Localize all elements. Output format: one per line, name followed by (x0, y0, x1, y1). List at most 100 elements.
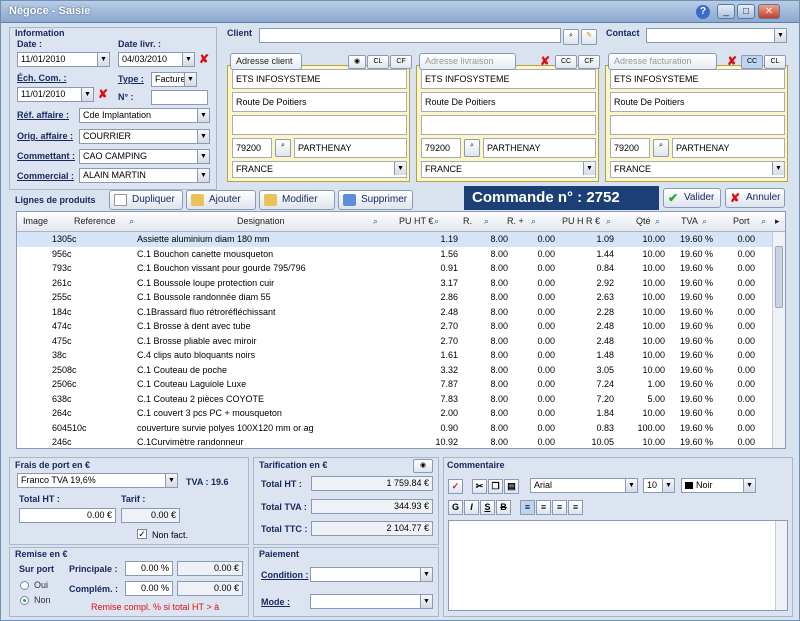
valider-button[interactable]: ✔ Valider (663, 188, 721, 208)
addr-line3[interactable] (232, 115, 407, 135)
align-left-icon[interactable]: ≡ (520, 500, 535, 515)
table-row[interactable]: 246c C.1Curvimètre randonneur 10.92 8.00 0.0… (17, 435, 773, 448)
chevron-down-icon[interactable]: ▼ (662, 479, 674, 492)
modifier-button[interactable]: Modifier (259, 190, 335, 210)
copy-cc-button[interactable]: CC (555, 55, 577, 69)
chevron-down-icon[interactable]: ▼ (583, 162, 595, 175)
addr-cp[interactable]: 79200 (232, 138, 272, 158)
commercial-select[interactable]: ALAIN MARTIN ▼ (79, 168, 210, 183)
addr-country[interactable]: FRANCE ▼ (421, 161, 596, 178)
align-right-icon[interactable]: ≡ (552, 500, 567, 515)
size-select[interactable]: 10 ▼ (643, 478, 675, 493)
date-livr-field[interactable]: 04/03/2010 ▼ (118, 52, 195, 67)
comment-scrollbar[interactable] (775, 521, 787, 610)
non-radio[interactable] (20, 596, 29, 605)
frais-mode-select[interactable]: Franco TVA 19,6% ▼ (17, 473, 178, 488)
paste-icon[interactable]: ▤ (504, 479, 519, 494)
chevron-right-icon[interactable]: ▸ (775, 216, 780, 227)
addr-city[interactable]: PARTHENAY (672, 138, 785, 158)
chevron-down-icon[interactable]: ▼ (394, 162, 406, 175)
table-row[interactable]: 264c C.1 couvert 3 pcs PC + mousqueton 2.0… (17, 406, 773, 421)
addr-city[interactable]: PARTHENAY (294, 138, 407, 158)
search-icon[interactable]: ⌕ (563, 29, 579, 45)
table-row[interactable]: 261c C.1 Boussole loupe protection cuir 3.… (17, 276, 773, 291)
chevron-down-icon[interactable]: ▼ (420, 568, 432, 581)
search-icon[interactable]: ⌕ (434, 216, 439, 227)
table-row[interactable]: 1305c Assiette aluminium diam 180 mm 1.19 8… (17, 232, 773, 247)
addr-cp[interactable]: 79200 (610, 138, 650, 158)
chevron-down-icon[interactable]: ▼ (774, 29, 786, 42)
addr-name[interactable]: ETS INFOSYSTEME (610, 69, 785, 89)
tab-adresse-client[interactable]: Adresse client (230, 53, 302, 70)
search-icon[interactable]: ⌕ (464, 139, 480, 157)
table-row[interactable]: 475c C.1 Brosse pliable avec miroir 2.70 8.… (17, 334, 773, 349)
copy-cf-button[interactable]: CF (578, 55, 600, 69)
view-icon[interactable]: ◉ (413, 459, 433, 473)
close-button[interactable]: ✕ (758, 4, 780, 19)
search-icon[interactable]: ⌕ (655, 216, 660, 227)
edit-client-icon[interactable]: ✎ (581, 29, 597, 45)
table-row[interactable]: 2506c C.1 Couteau Laguiole Luxe 7.87 8.00 0.… (17, 377, 773, 392)
italic-icon[interactable]: I (464, 500, 479, 515)
clear-ech-icon[interactable]: ✘ (96, 87, 110, 102)
table-row[interactable]: 474c C.1 Brosse à dent avec tube 2.70 8.00 0… (17, 319, 773, 334)
col-r[interactable]: R. (463, 216, 472, 226)
products-table[interactable]: Image Reference ⌕ Designation ⌕ PU HT € … (16, 211, 786, 449)
addr-street[interactable]: Route De Poitiers (610, 92, 785, 112)
underline-icon[interactable]: S (480, 500, 495, 515)
addr-name[interactable]: ETS INFOSYSTEME (421, 69, 596, 89)
mode-select[interactable]: ▼ (310, 594, 433, 609)
chevron-down-icon[interactable]: ▼ (165, 474, 177, 487)
chevron-down-icon[interactable]: ▼ (743, 479, 755, 492)
ref-select[interactable]: Cde Implantation ▼ (79, 108, 210, 123)
non-fact-checkbox[interactable]: ✓ (137, 529, 147, 539)
no-field[interactable] (151, 90, 208, 105)
table-row[interactable]: 956c C.1 Bouchon canette mousqueton 1.56 8.… (17, 247, 773, 262)
chevron-down-icon[interactable]: ▼ (197, 150, 209, 163)
table-scrollbar[interactable] (772, 232, 785, 448)
chevron-down-icon[interactable]: ▼ (182, 53, 194, 66)
strike-icon[interactable]: B (496, 500, 511, 515)
ech-field[interactable]: 11/01/2010 ▼ (17, 87, 94, 102)
supprimer-button[interactable]: Supprimer (338, 190, 413, 210)
table-row[interactable]: 255c C.1 Boussole randonnée diam 55 2.86 8.… (17, 290, 773, 305)
search-icon[interactable]: ⌕ (653, 139, 669, 157)
col-port[interactable]: Port (733, 216, 750, 226)
addr-line3[interactable] (610, 115, 785, 135)
addr-name[interactable]: ETS INFOSYSTEME (232, 69, 407, 89)
col-pu-hr[interactable]: PU H R € (562, 216, 600, 226)
dupliquer-button[interactable]: Dupliquer (109, 190, 183, 210)
chevron-down-icon[interactable]: ▼ (81, 88, 93, 101)
search-icon[interactable]: ⌕ (373, 216, 378, 227)
maximize-button[interactable]: □ (737, 4, 755, 19)
search-icon[interactable]: ⌕ (484, 216, 489, 227)
justify-icon[interactable]: ≡ (568, 500, 583, 515)
annuler-button[interactable]: ✘ Annuler (725, 188, 785, 208)
copy-cl-button[interactable]: CL (764, 55, 786, 69)
copy-cf-button[interactable]: CF (390, 55, 412, 69)
tab-adresse-livraison[interactable]: Adresse livraison (419, 53, 516, 70)
scrollbar-thumb[interactable] (775, 246, 783, 308)
delete-icon[interactable]: ✘ (725, 54, 739, 69)
addr-street[interactable]: Route De Poitiers (232, 92, 407, 112)
table-row[interactable]: 793c C.1 Bouchon vissant pour gourde 795/… (17, 261, 773, 276)
search-icon[interactable]: ⌕ (129, 216, 134, 227)
table-row[interactable]: 604510c couverture survie polyes 100X120 … (17, 421, 773, 436)
type-select[interactable]: Facture ▼ (151, 72, 197, 87)
chevron-down-icon[interactable]: ▼ (184, 73, 196, 86)
col-pu-ht[interactable]: PU HT € (399, 216, 433, 226)
condition-select[interactable]: ▼ (310, 567, 433, 582)
font-select[interactable]: Arial ▼ (530, 478, 638, 493)
clear-date-livr-icon[interactable]: ✘ (197, 52, 211, 67)
delete-icon[interactable]: ✘ (538, 54, 552, 69)
addr-line3[interactable] (421, 115, 596, 135)
orig-select[interactable]: COURRIER ▼ (79, 129, 210, 144)
spellcheck-icon[interactable]: ✓ (448, 479, 463, 494)
table-row[interactable]: 184c C.1Brassard fluo rétroréfléchissant 2… (17, 305, 773, 320)
complem-pct[interactable]: 0.00 % (125, 581, 173, 596)
cut-icon[interactable]: ✂ (472, 479, 487, 494)
tab-adresse-facturation[interactable]: Adresse facturation (608, 53, 717, 70)
align-center-icon[interactable]: ≡ (536, 500, 551, 515)
col-reference[interactable]: Reference (74, 216, 116, 226)
chevron-down-icon[interactable]: ▼ (197, 109, 209, 122)
